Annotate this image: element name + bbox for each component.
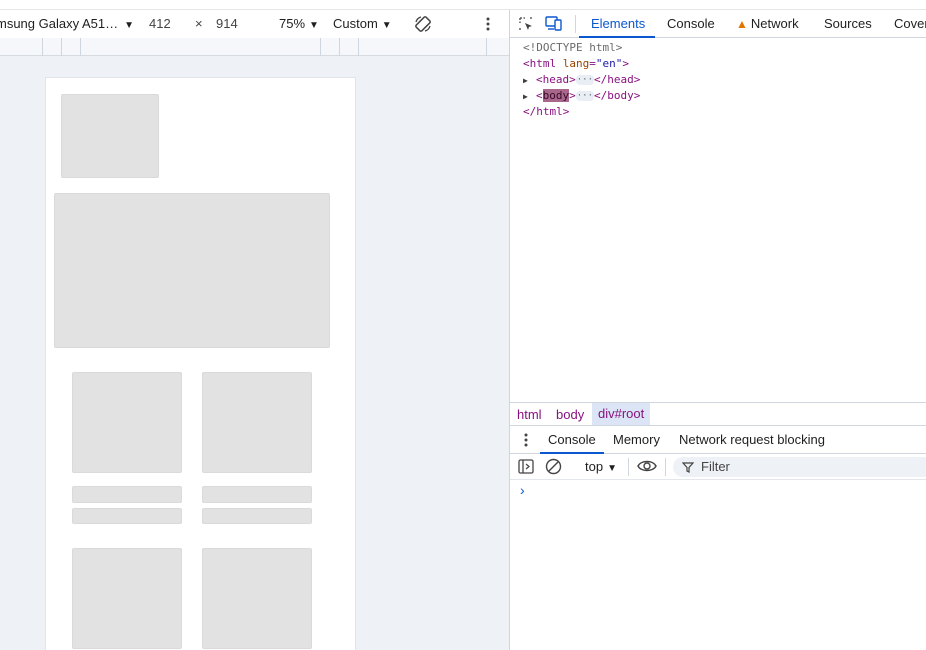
toolbar-divider [575,15,576,33]
tag-head: <head> [536,73,576,86]
skeleton-banner [54,193,330,348]
skeleton-text-line [72,486,182,503]
times-label: × [195,16,203,31]
eye-icon[interactable] [637,459,657,473]
dom-body-node[interactable]: ▶ <body>···</body> [523,88,640,104]
dropdown-arrow-icon: ▼ [309,20,319,31]
dom-html-close[interactable]: </html> [523,104,640,120]
zoom-select[interactable]: 75% ▼ [279,16,319,31]
rotate-icon[interactable] [413,14,433,34]
skeleton-text-line [72,508,182,524]
skeleton-text-line [202,486,312,503]
skeleton-card-image [202,548,312,649]
filter-input[interactable]: Filter [673,457,926,477]
warning-icon: ▲ [736,17,748,31]
media-query-ruler[interactable] [0,38,509,56]
sidebar-toggle-icon[interactable] [518,459,534,474]
clear-console-icon[interactable] [545,458,562,475]
expand-arrow-icon[interactable]: ▶ [523,73,536,89]
tab-network-label: Network [750,16,799,31]
device-toolbar-toggle-icon[interactable] [545,15,563,32]
tab-network[interactable]: ▲ Network [736,16,799,31]
device-viewport [45,77,356,650]
drawer-tab-network-request-blocking[interactable]: Network request blocking [679,432,825,447]
expand-arrow-icon[interactable]: ▶ [523,89,536,105]
active-tab-indicator [579,36,655,38]
attr-name: lang [562,57,590,70]
tab-console[interactable]: Console [667,16,715,31]
drawer-tab-console[interactable]: Console [548,432,596,447]
tab-elements[interactable]: Elements [591,16,645,31]
tag-lt: < [536,89,543,102]
device-emulation-pane: msung Galaxy A51… ▼ 412 × 914 75% ▼ Custom… [0,10,510,650]
more-options-icon[interactable] [484,15,492,33]
device-toolbar: msung Galaxy A51… ▼ 412 × 914 75% ▼ Custom… [0,10,509,38]
attr-value: "en" [595,57,623,70]
inspect-element-icon[interactable] [518,16,534,32]
dom-doctype[interactable]: <!DOCTYPE html> [523,40,640,56]
tab-sources[interactable]: Sources [824,16,872,31]
window-top-edge [0,0,926,10]
filter-placeholder: Filter [701,459,730,474]
skeleton-avatar [61,94,159,178]
width-input[interactable]: 412 [149,16,171,31]
breadcrumb: html body div#root [510,402,926,426]
tag-head-close: </head> [594,73,641,86]
context-select[interactable]: top ▼ [585,459,617,474]
device-select[interactable]: msung Galaxy A51… ▼ [0,16,134,31]
device-name: msung Galaxy A51… [0,16,119,31]
zoom-value: 75% [279,16,306,31]
dom-head-node[interactable]: ▶ <head>···</head> [523,72,640,88]
console-prompt-icon[interactable]: › [520,482,525,498]
drawer-tab-bar: Console Memory Network request blocking [510,426,926,454]
dom-tree: <!DOCTYPE html> <html lang="en"> ▶ <head>… [523,40,640,120]
dropdown-arrow-icon: ▼ [607,463,617,474]
devtools-tab-bar: Elements Console ▲ Network Sources Cover [510,10,926,38]
devtools-window: msung Galaxy A51… ▼ 412 × 914 75% ▼ Custom… [0,0,926,650]
throttle-value: Custom [333,16,378,31]
toolbar-divider [628,458,629,476]
dropdown-arrow-icon: ▼ [381,20,392,31]
skeleton-text-line [202,508,312,524]
tag-body-close: </body> [594,89,641,102]
throttle-select[interactable]: Custom ▼ [333,16,392,31]
context-value: top [585,459,604,474]
breadcrumb-body[interactable]: body [556,407,584,422]
dropdown-arrow-icon: ▼ [124,20,135,31]
collapsed-ellipsis[interactable]: ··· [575,75,595,85]
collapsed-ellipsis[interactable]: ··· [575,91,595,101]
tag-gt: > [569,89,576,102]
skeleton-card-image [72,548,182,649]
breadcrumb-html[interactable]: html [517,407,542,422]
console-toolbar: top ▼ Filter [510,454,926,480]
height-input[interactable]: 914 [216,16,238,31]
skeleton-card-image [202,372,312,473]
dom-html-open[interactable]: <html lang="en"> [523,56,640,72]
drawer-tab-memory[interactable]: Memory [613,432,660,447]
tab-coverage[interactable]: Cover [894,16,926,31]
tag-close: > [622,57,629,70]
drawer-menu-icon[interactable] [522,431,530,449]
toolbar-divider [665,458,666,476]
filter-icon [682,462,694,473]
devtools-panel: Elements Console ▲ Network Sources Cover … [510,10,926,650]
tag-html: <html [523,57,557,70]
breadcrumb-div-root[interactable]: div#root [592,403,651,425]
skeleton-card-image [72,372,182,473]
tag-body-highlighted: body [542,89,570,102]
